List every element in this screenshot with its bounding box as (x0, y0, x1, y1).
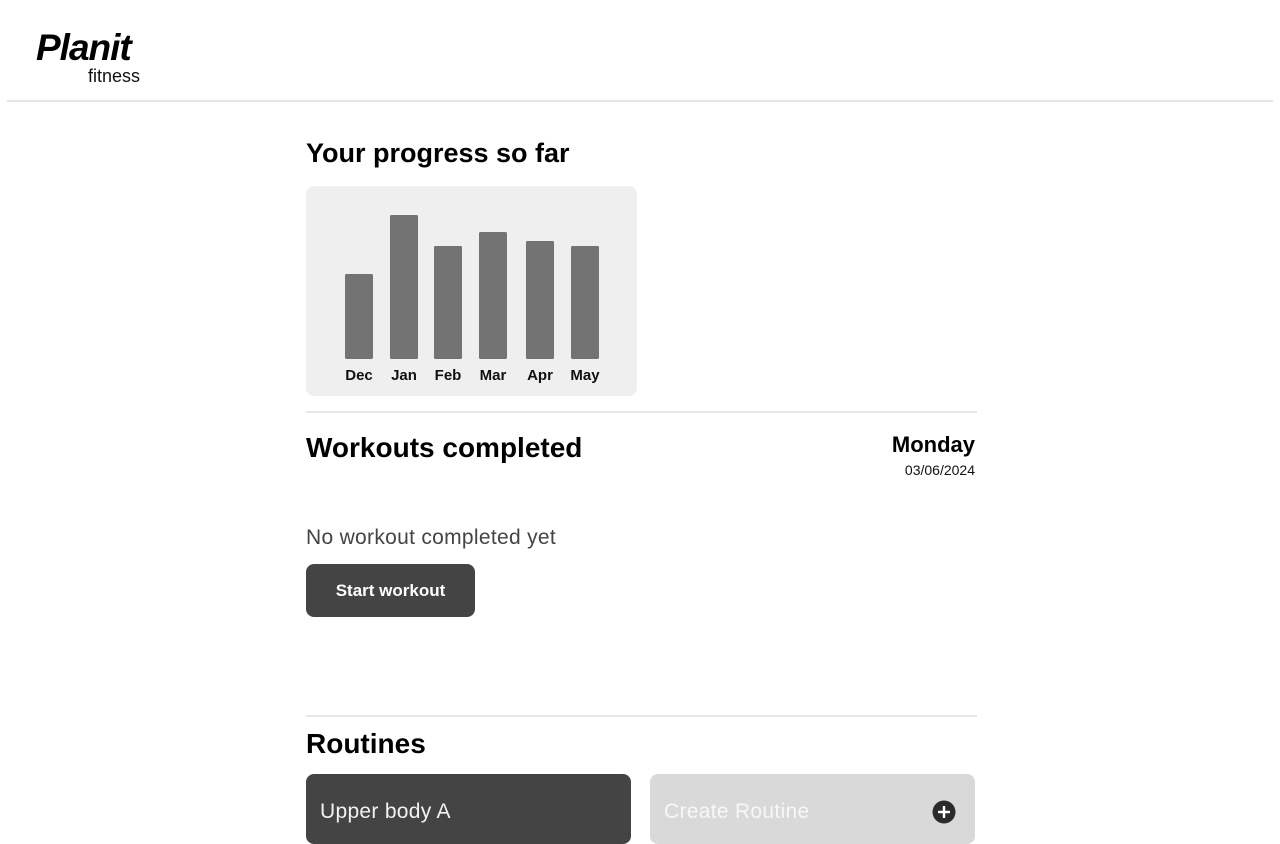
empty-workouts-message: No workout completed yet (306, 526, 556, 549)
routine-label: Upper body A (320, 800, 451, 823)
brand-logo[interactable]: Planit fitness (36, 28, 156, 88)
brand-subtitle: fitness (88, 66, 141, 86)
chart-bar-mar (479, 232, 507, 359)
start-workout-button[interactable]: Start workout (306, 564, 475, 617)
top-header: Planit fitness (7, 0, 1273, 102)
create-routine-button[interactable]: Create Routine (650, 774, 975, 844)
brand-name: Planit (36, 27, 132, 68)
progress-bar-chart: Dec Jan Feb Mar Apr May (345, 215, 600, 384)
workouts-title: Workouts completed (306, 432, 583, 463)
chart-bar-may (571, 246, 599, 359)
chart-label-may: May (570, 367, 600, 384)
chart-bar-feb (434, 246, 462, 359)
create-routine-label: Create Routine (664, 800, 810, 823)
chart-label-feb: Feb (435, 367, 462, 384)
chart-label-dec: Dec (345, 367, 373, 384)
chart-bar-dec (345, 274, 373, 359)
chart-label-mar: Mar (480, 367, 507, 384)
progress-title: Your progress so far (306, 138, 570, 168)
chart-label-apr: Apr (527, 367, 553, 384)
plus-circle-icon (932, 800, 956, 824)
chart-label-jan: Jan (391, 367, 417, 384)
divider (306, 715, 977, 717)
current-date: 03/06/2024 (904, 462, 975, 478)
current-day: Monday (891, 432, 975, 457)
chart-bar-apr (526, 241, 554, 359)
chart-bar-jan (390, 215, 418, 359)
routine-card-upper-body-a[interactable]: Upper body A (306, 774, 631, 844)
routines-title: Routines (306, 728, 426, 759)
divider (306, 411, 977, 413)
progress-chart: Dec Jan Feb Mar Apr May (306, 186, 637, 396)
